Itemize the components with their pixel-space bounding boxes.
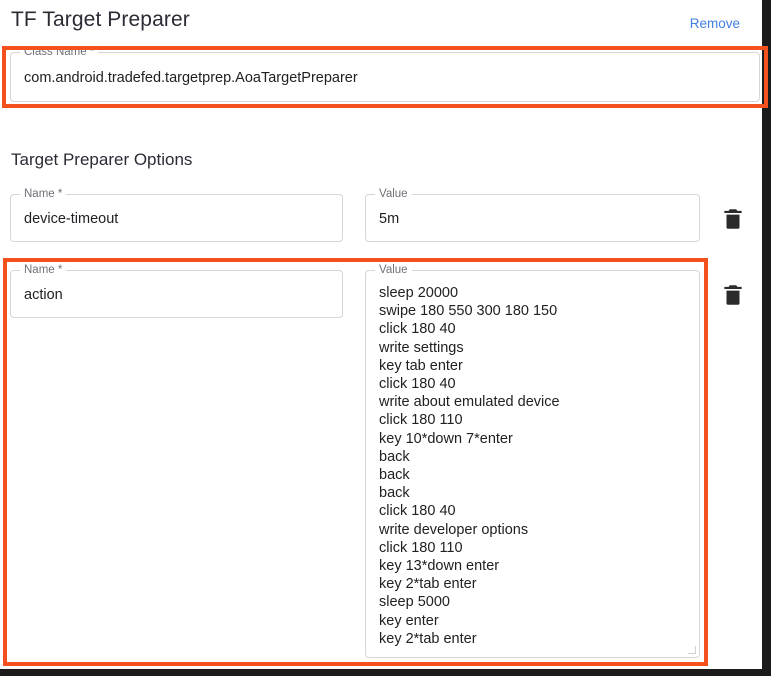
- class-name-value: com.android.tradefed.targetprep.AoaTarge…: [24, 70, 358, 86]
- option-value-value-2: sleep 20000 swipe 180 550 300 180 150 cl…: [379, 285, 560, 647]
- class-name-field[interactable]: Class Name * com.android.tradefed.target…: [10, 45, 760, 102]
- option-name-label-2: Name *: [20, 263, 67, 277]
- trash-icon: [724, 285, 742, 305]
- remove-link[interactable]: Remove: [690, 16, 740, 31]
- page-bottom-edge: [0, 669, 771, 676]
- target-preparer-panel: TF Target Preparer Remove Class Name * c…: [0, 0, 768, 669]
- option-name-value-2: action: [24, 287, 63, 303]
- option-value-value-1: 5m: [379, 211, 400, 227]
- option-name-value-1: device-timeout: [24, 211, 119, 227]
- page-right-edge: [762, 0, 771, 676]
- option-value-field-2[interactable]: Value sleep 20000 swipe 180 550 300 180 …: [365, 263, 700, 658]
- class-name-label: Class Name *: [20, 45, 99, 59]
- option-name-field-2[interactable]: Name * action: [10, 263, 343, 318]
- delete-option-button-2[interactable]: [720, 282, 746, 308]
- option-name-field-1[interactable]: Name * device-timeout: [10, 187, 343, 242]
- trash-icon: [724, 209, 742, 229]
- option-value-field-1[interactable]: Value 5m: [365, 187, 700, 242]
- option-value-label-2: Value: [375, 263, 412, 277]
- option-name-label-1: Name *: [20, 187, 67, 201]
- panel-header: TF Target Preparer Remove: [0, 0, 762, 46]
- page-title: TF Target Preparer: [11, 8, 190, 31]
- option-value-label-1: Value: [375, 187, 412, 201]
- delete-option-button-1[interactable]: [720, 206, 746, 232]
- textarea-resize-handle[interactable]: [687, 645, 697, 655]
- options-section-heading: Target Preparer Options: [11, 150, 193, 169]
